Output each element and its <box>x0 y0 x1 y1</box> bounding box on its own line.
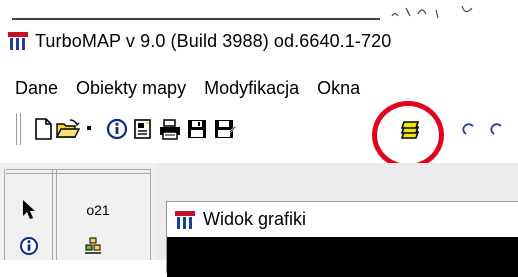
printer-icon <box>160 119 180 140</box>
workspace-area: o21 Widok grafiki <box>0 163 518 277</box>
new-document-icon <box>35 118 52 140</box>
turbomap-app: TurboMAP v 9.0 (Build 3988) od.6640.1-72… <box>0 0 518 277</box>
redo-icon <box>490 123 502 135</box>
panel-border-right <box>150 169 151 260</box>
cropped-top-edge <box>0 0 518 22</box>
document-properties-button[interactable] <box>130 116 156 142</box>
menu-item-modyfikacja[interactable]: Modyfikacja <box>195 78 308 99</box>
title-bar: TurboMAP v 9.0 (Build 3988) od.6640.1-72… <box>0 22 518 60</box>
new-document-button[interactable] <box>30 116 56 142</box>
main-toolbar <box>0 107 518 151</box>
coordinate-tool-button[interactable]: o21 <box>78 197 118 223</box>
dropdown-arrow-icon <box>87 126 91 130</box>
open-dropdown-button[interactable] <box>82 116 96 142</box>
panel-separator <box>6 173 150 174</box>
menu-bar: Dane Obiekty mapy Modyfikacja Okna <box>0 72 518 104</box>
save-icon <box>188 120 206 138</box>
child-window-title: Widok grafiki <box>203 209 307 229</box>
undo-button[interactable] <box>456 116 482 142</box>
graphics-canvas[interactable] <box>167 237 518 277</box>
pointer-arrow-icon <box>23 200 35 219</box>
menu-item-dane[interactable]: Dane <box>0 78 67 99</box>
save-as-icon <box>215 120 237 138</box>
undo-icon <box>462 123 474 135</box>
save-button[interactable] <box>184 116 210 142</box>
menu-item-obiekty-mapy[interactable]: Obiekty mapy <box>67 78 195 99</box>
app-logo-icon <box>175 210 195 229</box>
open-folder-icon <box>55 119 81 138</box>
child-window-title-bar[interactable]: Widok grafiki <box>167 202 518 237</box>
window-title: TurboMAP v 9.0 (Build 3988) od.6640.1-72… <box>35 30 392 51</box>
toolbar-grip-secondary <box>20 113 24 145</box>
panel-column-divider <box>56 169 57 260</box>
coordinate-tool-label: o21 <box>86 202 110 218</box>
tool-panel: o21 <box>0 163 156 260</box>
object-tool-button[interactable] <box>80 233 106 259</box>
info-button[interactable] <box>104 116 130 142</box>
document-properties-icon <box>134 119 151 139</box>
panel-separator <box>6 169 150 170</box>
open-folder-button[interactable] <box>55 116 81 142</box>
redo-button[interactable] <box>484 116 510 142</box>
layers-icon <box>400 121 420 139</box>
panel-border-left <box>4 169 5 260</box>
info-icon <box>20 237 38 255</box>
child-window-widok-grafiki: Widok grafiki <box>166 201 518 277</box>
save-as-button[interactable] <box>212 116 238 142</box>
info-icon <box>106 118 128 140</box>
layers-button[interactable] <box>396 117 424 143</box>
panel-column-divider <box>52 169 53 260</box>
object-group-icon <box>85 237 101 254</box>
info-tool-button[interactable] <box>16 233 42 259</box>
print-button[interactable] <box>157 116 183 142</box>
pointer-tool-button[interactable] <box>16 197 42 223</box>
app-logo-icon <box>8 32 28 50</box>
menu-item-okna[interactable]: Okna <box>308 78 369 99</box>
